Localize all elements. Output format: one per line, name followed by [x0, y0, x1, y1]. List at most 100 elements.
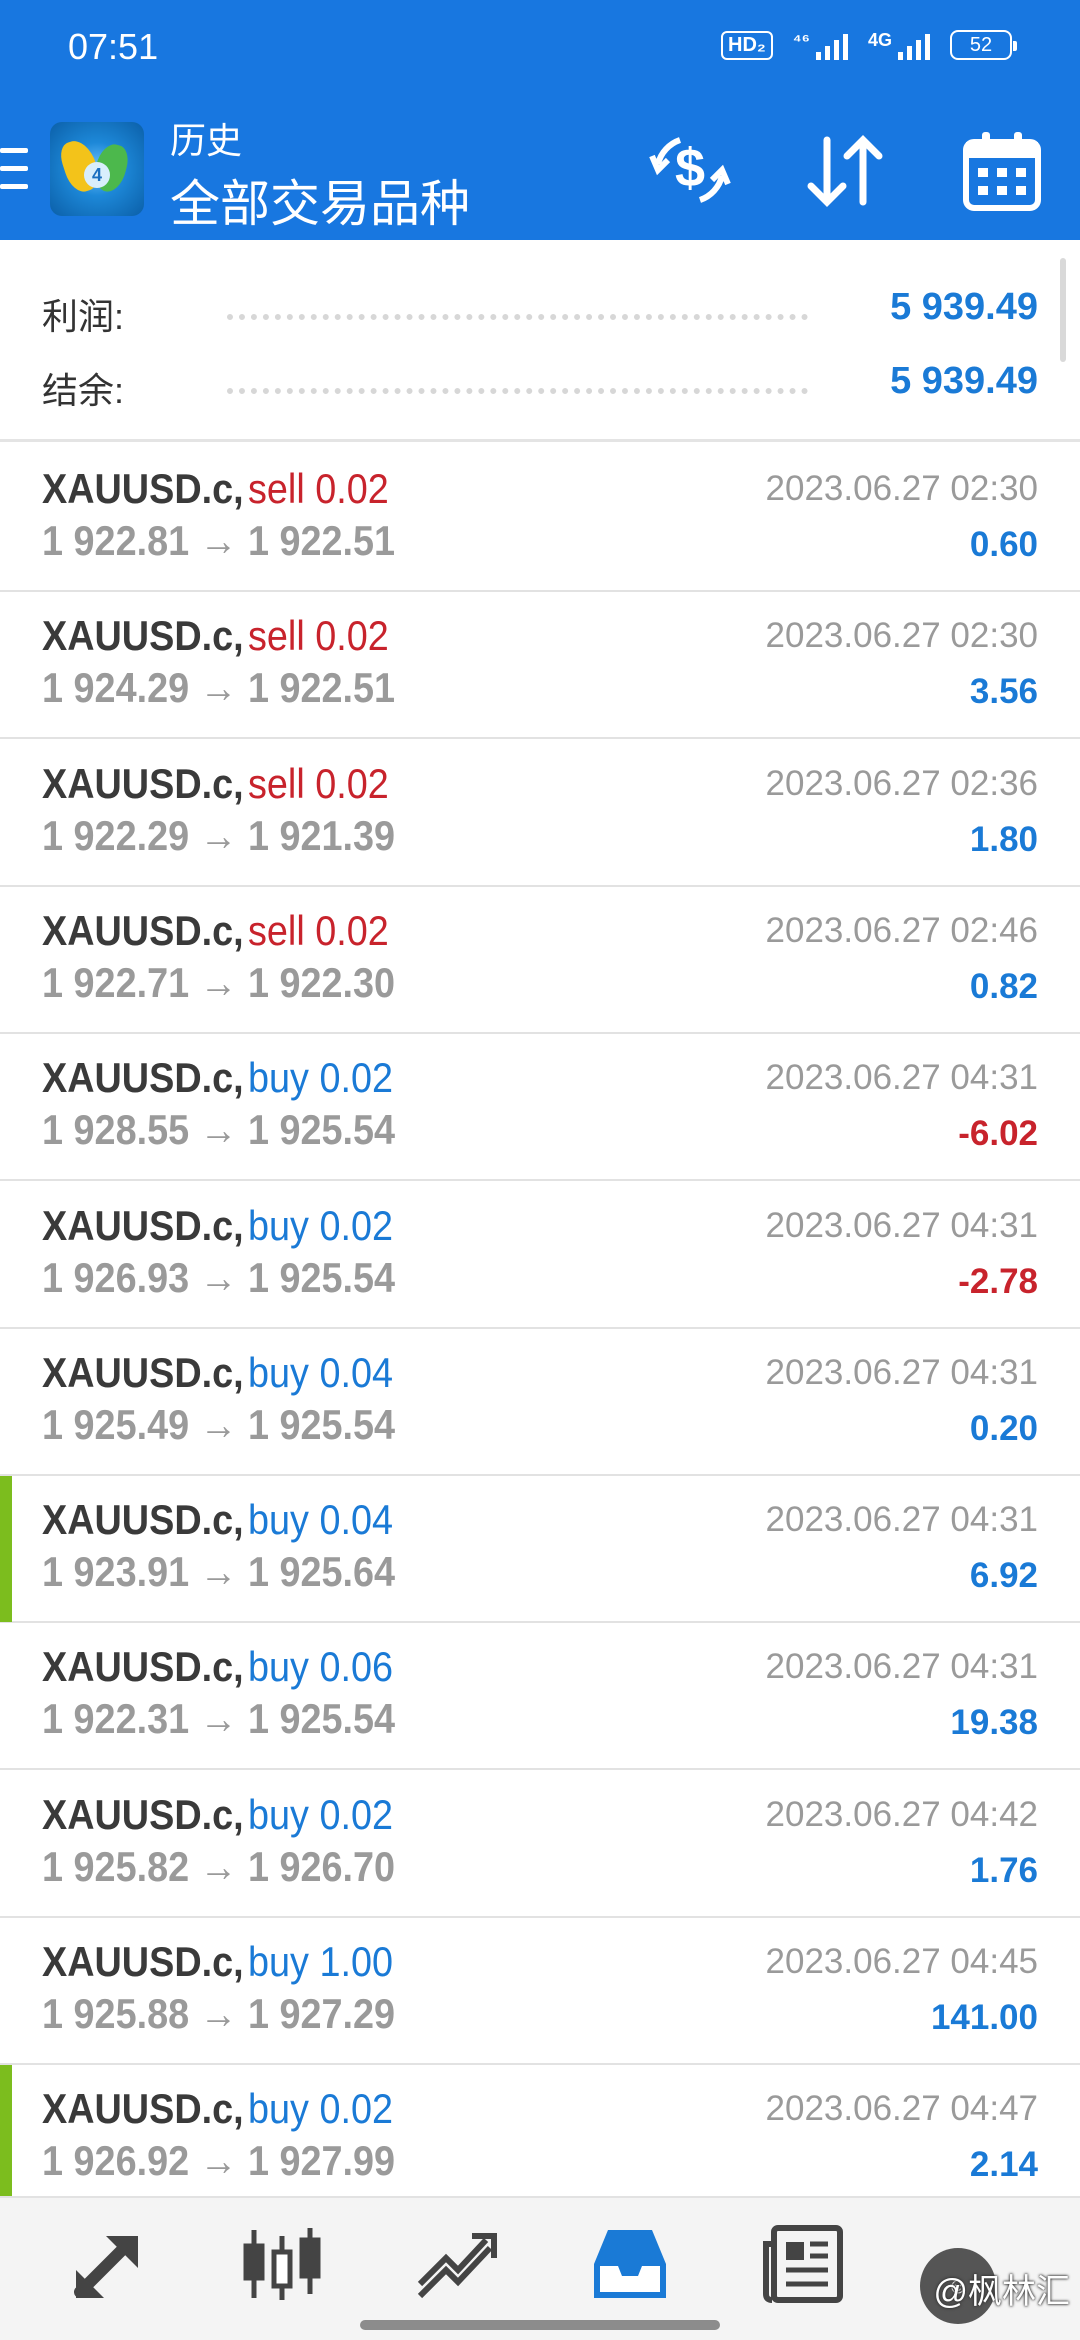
deal-row[interactable]: XAUUSD.c, buy 0.02 1 925.82 → 1 926.70 2023…	[0, 1770, 1080, 1918]
deal-row[interactable]: XAUUSD.c, buy 0.02 1 926.92 → 1 927.99 2023…	[0, 2065, 1080, 2213]
deal-time: 2023.06.27 02:46	[765, 910, 1038, 950]
sort-button[interactable]	[795, 120, 895, 220]
status-icons: HD₂ ⁴⁶ 4G 52	[721, 30, 1017, 60]
calendar-button[interactable]	[952, 120, 1052, 220]
deal-symbol: XAUUSD.c,	[42, 612, 244, 660]
deal-side: buy 0.06	[248, 1643, 393, 1691]
status-bar: 07:51 HD₂ ⁴⁶ 4G 52	[0, 0, 1080, 100]
menu-button[interactable]	[0, 148, 30, 194]
deal-prices: 1 923.91 → 1 925.64	[42, 1548, 396, 1596]
deal-profit: 0.20	[969, 1408, 1038, 1448]
deal-symbol: XAUUSD.c,	[42, 1938, 244, 1985]
deal-type: buy	[248, 1790, 309, 1838]
deal-profit: -6.02	[958, 1114, 1038, 1154]
deal-profit: -2.78	[958, 1261, 1038, 1301]
profit-value: 5 939.49	[890, 286, 1038, 328]
deal-row[interactable]: XAUUSD.c, buy 1.00 1 925.88 → 1 927.29 2023…	[0, 1918, 1080, 2065]
deal-time: 2023.06.27 02:30	[765, 616, 1038, 656]
deal-symbol: XAUUSD.c,	[42, 1496, 244, 1544]
deal-volume: 0.02	[315, 759, 389, 807]
chart-icon	[243, 2228, 321, 2300]
deal-row[interactable]: XAUUSD.c, sell 0.02 1 924.29 → 1 922.51 202…	[0, 592, 1080, 740]
symbol-filter[interactable]: 全部交易品种	[170, 164, 470, 236]
deal-profit: 0.60	[969, 525, 1038, 564]
bottom-nav	[0, 2196, 1080, 2340]
deal-type: buy	[248, 1496, 309, 1544]
watermark-text: @枫林汇	[933, 2273, 1070, 2311]
deal-prices: 1 922.31 → 1 925.54	[42, 1695, 396, 1743]
app-header: 07:51 HD₂ ⁴⁶ 4G 52 4 历史 全部交易品种 $	[0, 0, 1080, 240]
news-icon	[763, 2225, 843, 2303]
deal-prices: 1 928.55 → 1 925.54	[42, 1106, 396, 1154]
dotted-leader	[227, 314, 808, 320]
deal-time: 2023.06.27 04:42	[765, 1794, 1038, 1834]
deal-row[interactable]: XAUUSD.c, buy 0.02 1 928.55 → 1 925.54 2023…	[0, 1034, 1080, 1182]
sort-arrows-icon	[807, 135, 883, 207]
deal-volume: 0.02	[319, 1054, 394, 1102]
deal-prices: 1 922.81 → 1 922.51	[42, 517, 396, 564]
deal-profit: 6.92	[969, 1556, 1038, 1596]
deal-prices: 1 924.29 → 1 922.51	[42, 664, 396, 712]
deal-side: buy 0.04	[248, 1349, 393, 1397]
deal-symbol: XAUUSD.c,	[42, 1201, 244, 1249]
deal-type-button[interactable]: $	[640, 120, 740, 220]
nav-quotes[interactable]	[58, 2214, 158, 2314]
deal-type: sell	[248, 612, 305, 660]
deal-symbol: XAUUSD.c,	[42, 1054, 244, 1102]
deal-side: buy 0.04	[248, 1496, 393, 1544]
deal-side: buy 0.02	[248, 2085, 393, 2133]
deal-time: 2023.06.27 04:31	[765, 1500, 1038, 1540]
deal-side: buy 0.02	[248, 1202, 393, 1250]
deal-prices: 1 925.88 → 1 927.29	[42, 1990, 396, 2037]
status-time: 07:51	[68, 26, 159, 67]
deal-volume: 0.02	[315, 612, 389, 660]
deal-type: buy	[248, 1054, 309, 1102]
page-title: 历史	[170, 120, 243, 161]
deal-time: 2023.06.27 02:36	[765, 763, 1038, 803]
svg-text:$: $	[675, 138, 705, 198]
deal-symbol: XAUUSD.c,	[42, 1643, 244, 1691]
deal-type: sell	[248, 759, 305, 807]
deal-profit: 0.82	[969, 966, 1038, 1006]
deal-profit: 1.80	[969, 819, 1038, 859]
deal-side: sell 0.02	[248, 612, 389, 660]
gesture-handle[interactable]	[360, 2320, 720, 2330]
dollar-arrows-icon: $	[649, 137, 731, 203]
nav-news[interactable]	[754, 2214, 854, 2314]
deal-row[interactable]: XAUUSD.c, sell 0.02 1 922.29 → 1 921.39 202…	[0, 739, 1080, 887]
row-marker	[0, 1476, 12, 1623]
deal-symbol: XAUUSD.c,	[42, 1348, 244, 1396]
deal-side: sell 0.02	[248, 465, 389, 513]
deal-row[interactable]: XAUUSD.c, buy 0.02 1 926.93 → 1 925.54 2023…	[0, 1181, 1080, 1329]
deal-profit: 19.38	[950, 1703, 1038, 1743]
deal-row[interactable]: XAUUSD.c, buy 0.04 1 925.49 → 1 925.54 2023…	[0, 1328, 1080, 1476]
deal-profit: 3.56	[969, 672, 1038, 712]
deal-prices: 1 922.29 → 1 921.39	[42, 811, 396, 859]
deal-prices: 1 926.93 → 1 925.54	[42, 1253, 396, 1301]
deal-side: sell 0.02	[248, 760, 389, 808]
deal-time: 2023.06.27 04:47	[765, 2089, 1038, 2129]
deal-volume: 0.06	[319, 1643, 394, 1691]
signal-icon-2: 4G	[868, 30, 930, 60]
deal-side: buy 1.00	[248, 1938, 393, 1986]
deal-time: 2023.06.27 04:31	[765, 1352, 1038, 1392]
hd-icon: HD₂	[721, 30, 773, 60]
trade-icon	[417, 2233, 497, 2299]
deal-row[interactable]: XAUUSD.c, sell 0.02 1 922.71 → 1 922.30 202…	[0, 886, 1080, 1034]
deal-row[interactable]: XAUUSD.c, buy 0.04 1 923.91 → 1 925.64 2023…	[0, 1476, 1080, 1624]
balance-label: 结余:	[42, 370, 125, 411]
nav-trade[interactable]	[406, 2214, 506, 2314]
deal-symbol: XAUUSD.c,	[42, 759, 244, 807]
nav-chart[interactable]	[232, 2214, 332, 2314]
scrollbar[interactable]	[1060, 258, 1066, 362]
deal-side: buy 0.02	[248, 1054, 393, 1102]
dotted-leader	[227, 388, 808, 394]
deal-row[interactable]: XAUUSD.c, sell 0.02 1 922.81 → 1 922.51 202…	[0, 445, 1080, 592]
nav-history[interactable]	[580, 2214, 680, 2314]
deal-type: sell	[248, 465, 305, 512]
deal-row[interactable]: XAUUSD.c, buy 0.06 1 922.31 → 1 925.54 2023…	[0, 1623, 1080, 1771]
deal-volume: 0.04	[319, 1496, 394, 1544]
deal-symbol: XAUUSD.c,	[42, 465, 244, 512]
deal-side: sell 0.02	[248, 907, 389, 955]
battery-icon: 52	[950, 30, 1017, 60]
